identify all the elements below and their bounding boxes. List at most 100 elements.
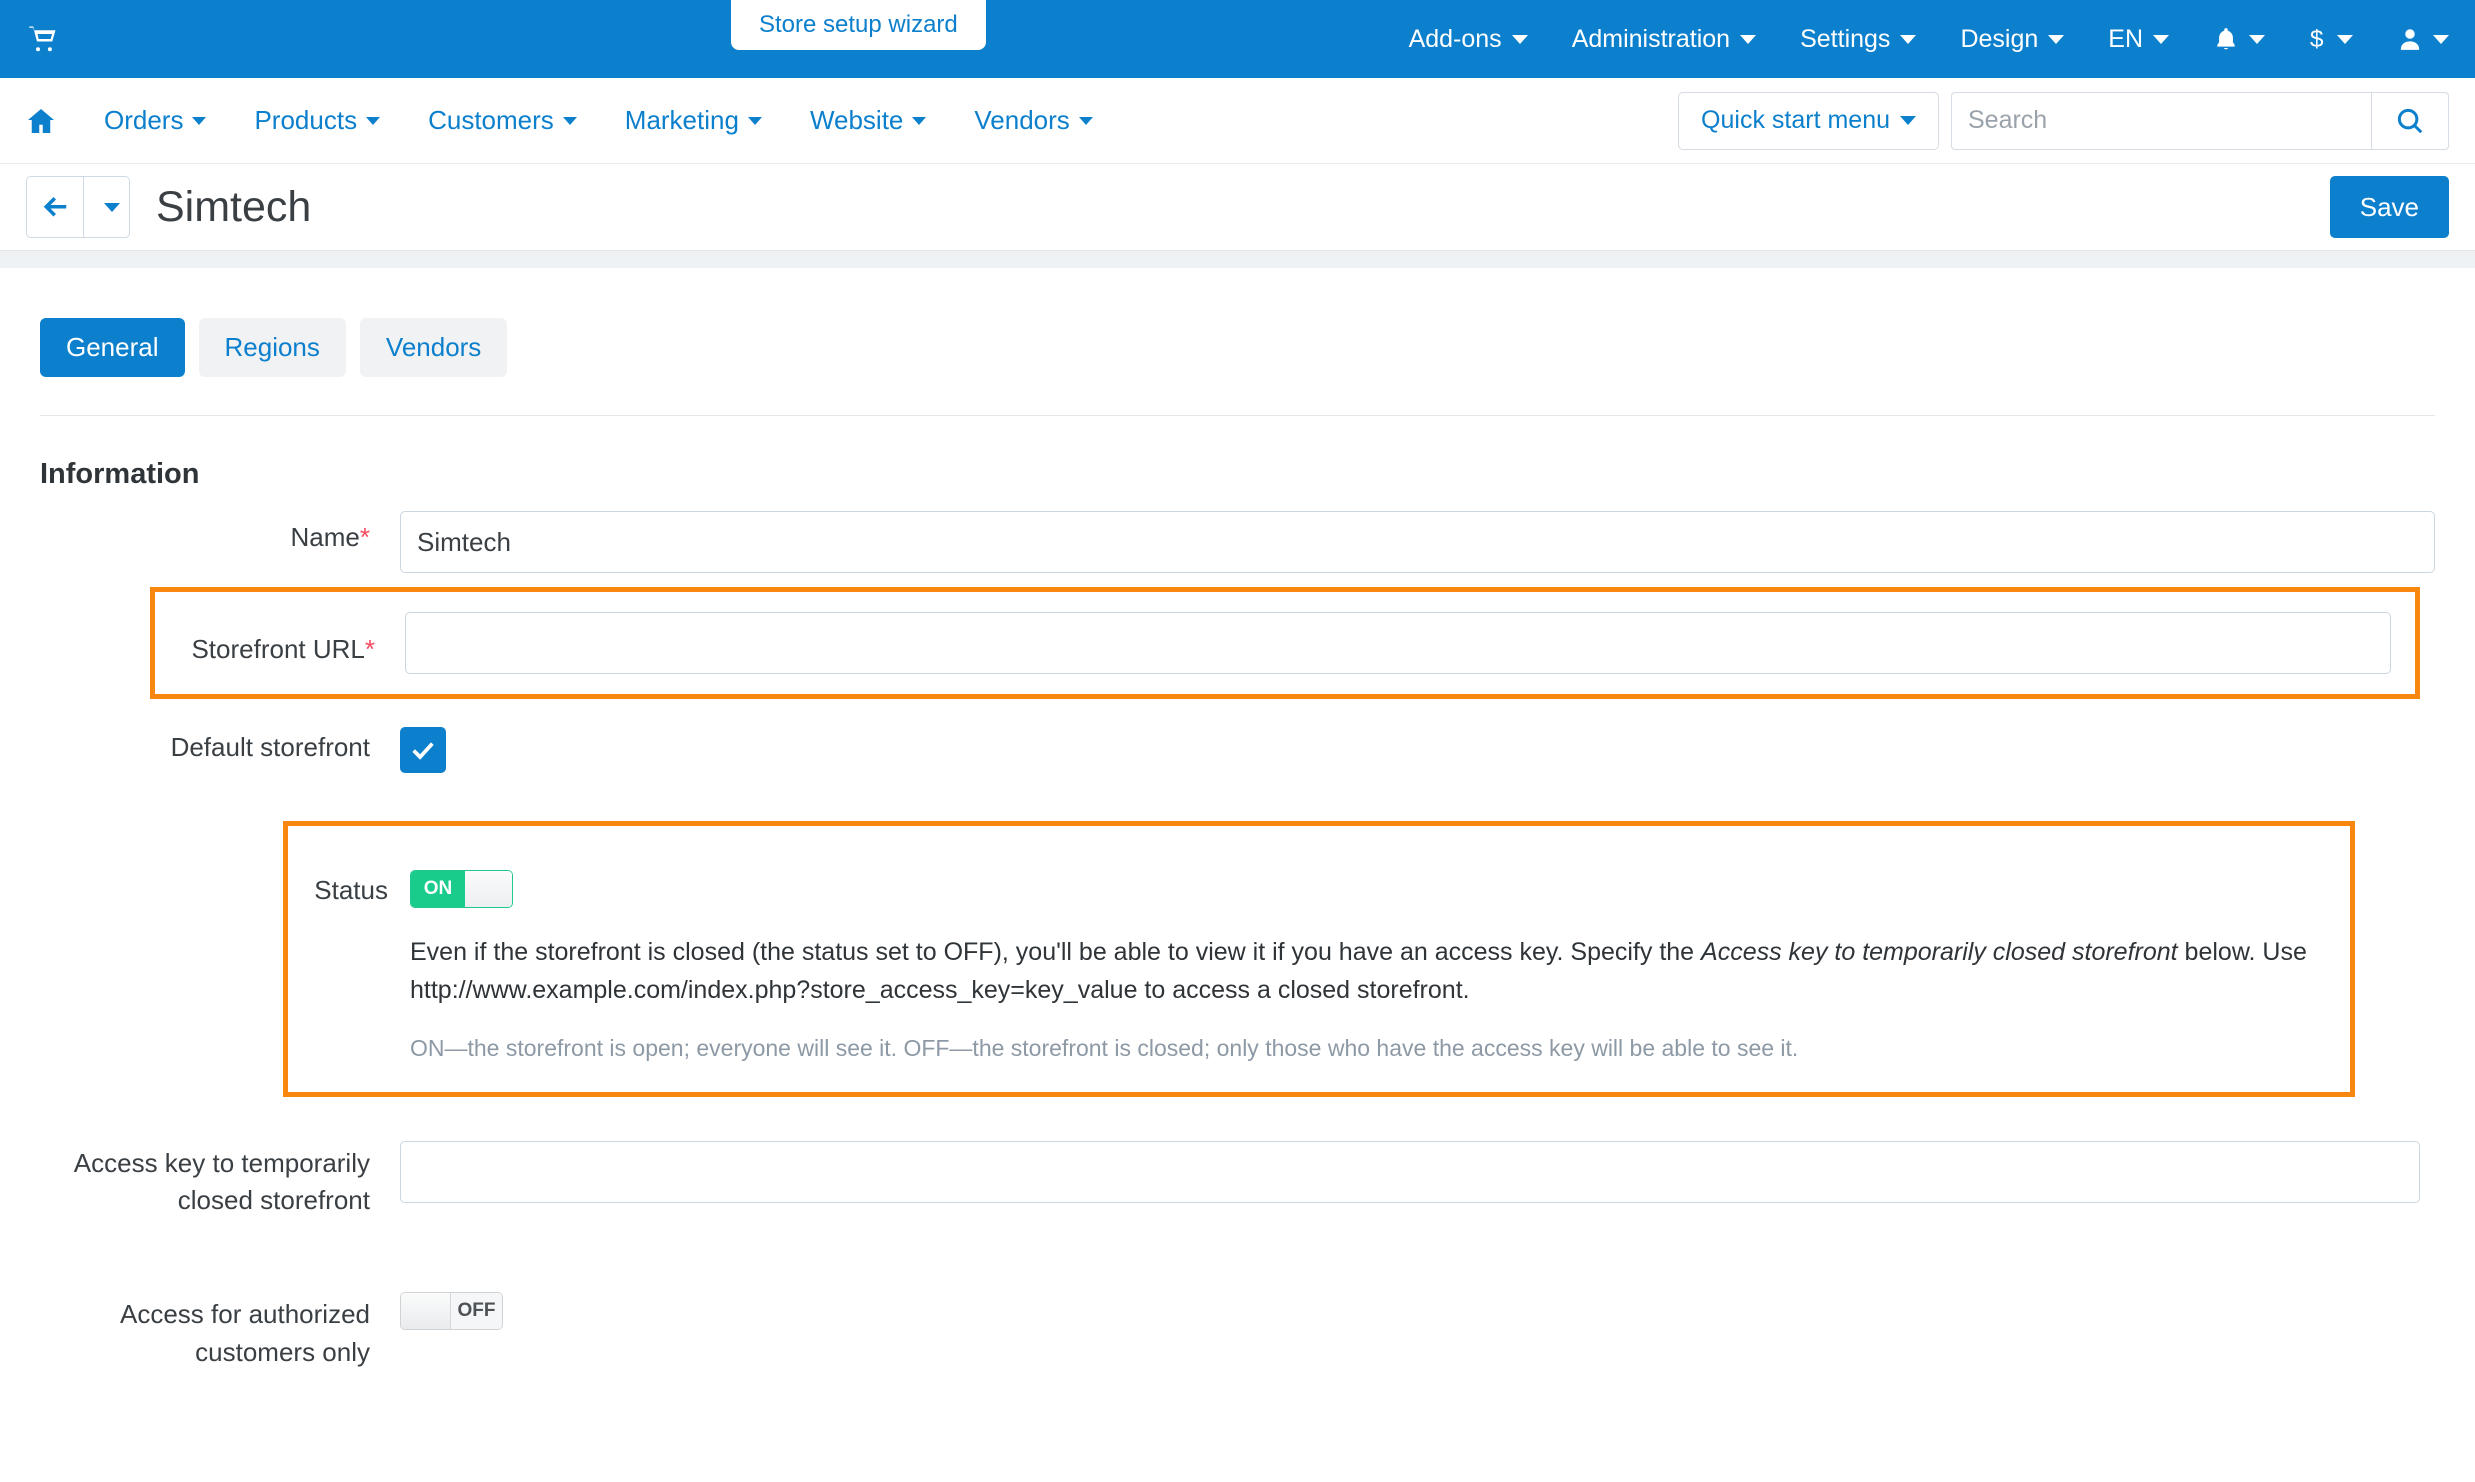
status-highlight-box: Status ON Even if the storefront is clos… xyxy=(283,821,2355,1097)
top-navigation-bar: Store setup wizard Add-ons Administratio… xyxy=(0,0,2475,78)
notifications-bell-icon xyxy=(2213,25,2239,53)
status-label: Status xyxy=(314,875,388,905)
chevron-down-icon xyxy=(562,116,577,125)
cart-icon[interactable] xyxy=(26,22,60,56)
section-title-information: Information xyxy=(40,458,200,490)
access-key-field-wrap xyxy=(400,1140,2435,1203)
menu-item-language[interactable]: EN xyxy=(2108,25,2169,54)
search-button[interactable] xyxy=(2371,91,2449,150)
name-input[interactable] xyxy=(400,511,2435,573)
storefront-url-input[interactable] xyxy=(405,612,2391,674)
tab-regions[interactable]: Regions xyxy=(198,318,346,377)
subnav-item-customers[interactable]: Customers xyxy=(428,105,577,136)
tab-bar: General Regions Vendors xyxy=(40,268,2435,416)
back-dropdown-button[interactable] xyxy=(83,177,129,237)
arrow-left-icon xyxy=(43,197,67,217)
user-account-menu[interactable] xyxy=(2397,25,2449,53)
default-storefront-checkbox[interactable] xyxy=(400,727,446,773)
authorized-only-toggle[interactable]: OFF xyxy=(400,1291,503,1330)
chevron-down-icon xyxy=(1511,34,1528,44)
menu-item-settings-label: Settings xyxy=(1800,24,1891,53)
subnav-right-group: Quick start menu xyxy=(1678,91,2449,150)
save-button[interactable]: Save xyxy=(2329,176,2449,238)
subnav-item-vendors-label: Vendors xyxy=(974,105,1070,135)
currency-menu[interactable]: $ xyxy=(2309,25,2353,53)
search-group xyxy=(1951,91,2449,150)
main-content: General Regions Vendors Information Name… xyxy=(0,268,2475,1386)
default-storefront-label: Default storefront xyxy=(170,732,370,762)
svg-text:$: $ xyxy=(2310,26,2324,53)
menu-item-settings[interactable]: Settings xyxy=(1800,24,1917,54)
chevron-down-icon xyxy=(192,116,207,125)
menu-item-design-label: Design xyxy=(1960,24,2039,53)
chevron-down-icon xyxy=(912,116,927,125)
form-row-name: Name* xyxy=(40,497,2435,587)
authorized-only-field-wrap: OFF xyxy=(400,1291,2435,1330)
back-button[interactable] xyxy=(27,177,83,237)
subnav-item-marketing-label: Marketing xyxy=(624,105,739,135)
status-description-part1: Even if the storefront is closed (the st… xyxy=(410,938,1702,966)
menu-item-administration[interactable]: Administration xyxy=(1571,24,1757,54)
store-setup-wizard-tab[interactable]: Store setup wizard xyxy=(731,0,986,50)
form-row-access-key: Access key to temporarily closed storefr… xyxy=(40,1097,2435,1234)
tab-general[interactable]: General xyxy=(40,318,185,377)
access-key-label-line1: Access key to temporarily xyxy=(73,1147,370,1178)
subnav-item-marketing[interactable]: Marketing xyxy=(625,105,762,136)
name-label: Name xyxy=(290,522,360,552)
chevron-down-icon xyxy=(2337,34,2353,44)
menu-item-language-label: EN xyxy=(2108,24,2143,53)
required-asterisk: * xyxy=(359,522,370,552)
tab-vendors[interactable]: Vendors xyxy=(359,318,508,377)
subnav-item-vendors[interactable]: Vendors xyxy=(974,105,1093,136)
chevron-down-icon xyxy=(103,202,120,212)
chevron-down-icon xyxy=(1078,116,1093,125)
authorized-only-toggle-off-label: OFF xyxy=(451,1292,502,1329)
storefront-url-highlight-box: Storefront URL* xyxy=(150,587,2420,699)
subnav-item-products-label: Products xyxy=(254,105,358,135)
chevron-down-icon xyxy=(2153,34,2169,44)
user-account-icon xyxy=(2397,25,2423,53)
search-input[interactable] xyxy=(1951,91,2371,150)
subnav-item-website[interactable]: Website xyxy=(810,105,927,136)
quick-start-menu-button[interactable]: Quick start menu xyxy=(1678,91,1939,150)
chevron-down-icon xyxy=(747,116,762,125)
check-icon xyxy=(412,742,434,760)
menu-item-design[interactable]: Design xyxy=(1960,24,2065,54)
notifications-menu[interactable] xyxy=(2213,25,2265,53)
top-menu: Add-ons Administration Settings Design E… xyxy=(1365,0,2475,78)
status-hint: ON—the storefront is open; everyone will… xyxy=(410,1035,1799,1061)
access-key-input[interactable] xyxy=(400,1140,2420,1203)
menu-item-administration-label: Administration xyxy=(1571,24,1731,53)
authorized-only-label-line1: Access for authorized xyxy=(119,1298,370,1329)
quick-start-menu-label: Quick start menu xyxy=(1701,106,1890,134)
chevron-down-icon xyxy=(366,116,381,125)
subnav-item-products[interactable]: Products xyxy=(254,105,381,136)
form-row-default-storefront: Default storefront xyxy=(40,699,2435,787)
required-asterisk: * xyxy=(364,633,375,664)
access-key-label-line2: closed storefront xyxy=(177,1185,370,1216)
subnav-item-orders-label: Orders xyxy=(104,105,184,135)
status-field-wrap: ON Even if the storefront is closed (the… xyxy=(410,848,2324,1066)
form-row-authorized-only: Access for authorized customers only OFF xyxy=(40,1234,2435,1385)
subnav-item-orders[interactable]: Orders xyxy=(104,105,207,136)
chevron-down-icon xyxy=(2249,34,2265,44)
back-button-group xyxy=(26,176,130,238)
status-description-italic: Access key to temporarily closed storefr… xyxy=(1701,938,2178,966)
menu-item-addons[interactable]: Add-ons xyxy=(1409,25,1528,54)
status-toggle[interactable]: ON xyxy=(410,870,513,908)
name-label-group: Name* xyxy=(40,511,400,552)
chevron-down-icon xyxy=(2433,34,2449,44)
chevron-down-icon xyxy=(2048,34,2065,44)
authorized-only-toggle-knob xyxy=(401,1292,451,1329)
currency-dollar-icon: $ xyxy=(2309,25,2327,53)
chevron-down-icon xyxy=(1900,116,1916,125)
secondary-navigation-bar: Orders Products Customers Marketing Webs… xyxy=(0,78,2475,164)
storefront-url-label-group: Storefront URL* xyxy=(155,623,405,664)
page-title-bar: Simtech Save xyxy=(0,164,2475,250)
default-storefront-field-wrap xyxy=(400,727,2435,773)
name-field-wrap xyxy=(400,511,2435,573)
home-icon[interactable] xyxy=(26,106,56,136)
chevron-down-icon xyxy=(1900,34,1917,44)
storefront-url-field-wrap xyxy=(405,612,2415,674)
status-description: Even if the storefront is closed (the st… xyxy=(410,908,2324,1009)
